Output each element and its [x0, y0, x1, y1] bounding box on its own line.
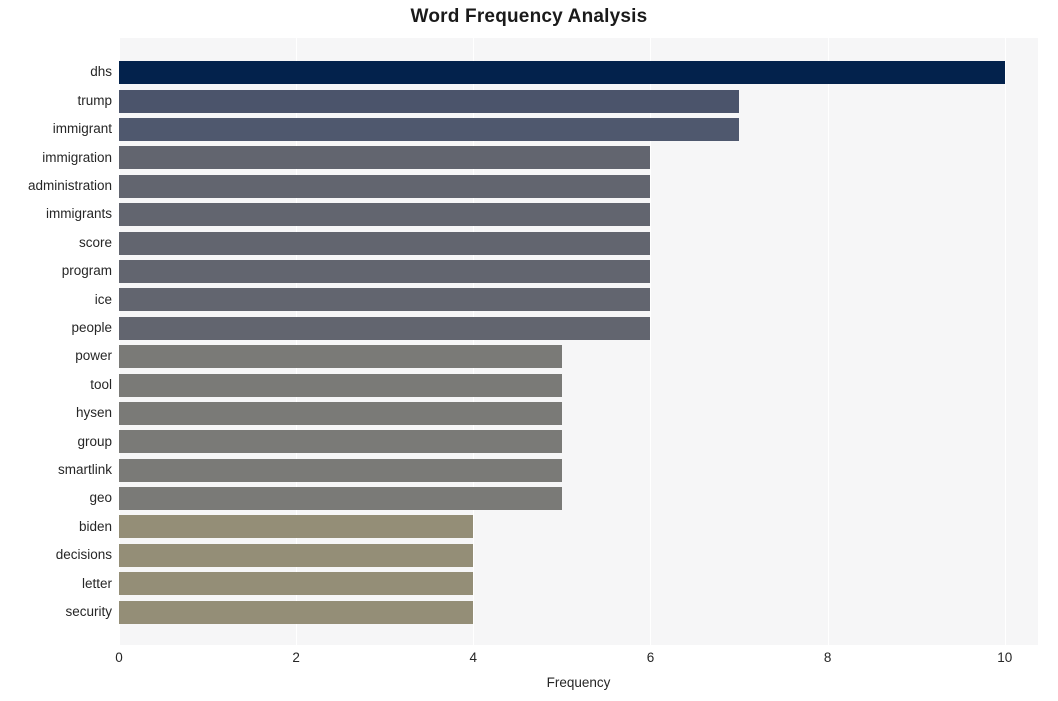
bar-program[interactable]	[119, 259, 651, 283]
y-tick-label-hysen: hysen	[75, 405, 112, 421]
x-axis-title: Frequency	[546, 675, 611, 690]
y-tick-label-administration: administration	[27, 178, 112, 194]
y-tick-label-immigrants: immigrants	[45, 206, 112, 222]
y-tick-label-group: group	[77, 433, 112, 449]
bar-score[interactable]	[119, 231, 651, 255]
bar-letter[interactable]	[119, 572, 474, 596]
y-tick-label-immigrant: immigrant	[52, 121, 112, 137]
y-tick-label-smartlink: smartlink	[57, 462, 112, 477]
bar-people[interactable]	[119, 316, 651, 340]
x-tick-label-2: 2	[292, 650, 300, 665]
bar-immigrants[interactable]	[119, 203, 651, 227]
bar-dhs[interactable]	[119, 61, 1005, 85]
bar-security[interactable]	[119, 600, 474, 624]
y-axis-tick-labels: dhs trump immigrant immigration administrati…	[0, 38, 112, 645]
bar-administration[interactable]	[119, 174, 651, 198]
y-tick-label-security: security	[65, 604, 112, 619]
bars-layer	[119, 38, 1038, 645]
x-axis-tick-labels: 0 2 4 6 8 10	[0, 650, 1058, 672]
y-tick-label-tool: tool	[90, 376, 112, 392]
bar-immigration[interactable]	[119, 146, 651, 170]
word-frequency-chart: Word Frequency Analysis dhs trump immigran…	[0, 0, 1058, 701]
bar-power[interactable]	[119, 345, 562, 369]
y-tick-label-program: program	[61, 263, 112, 279]
x-tick-label-0: 0	[115, 650, 123, 665]
bar-geo[interactable]	[119, 487, 562, 511]
y-tick-label-letter: letter	[81, 575, 112, 591]
y-tick-label-people: people	[71, 320, 112, 336]
y-tick-label-ice: ice	[94, 291, 112, 307]
x-tick-label-4: 4	[469, 650, 478, 665]
y-tick-label-power: power	[75, 348, 112, 364]
bar-trump[interactable]	[119, 89, 740, 113]
y-tick-label-geo: geo	[89, 490, 112, 506]
bar-tool[interactable]	[119, 373, 562, 397]
x-tick-label-8: 8	[823, 650, 832, 665]
bar-decisions[interactable]	[119, 543, 474, 567]
bar-smartlink[interactable]	[119, 458, 562, 482]
y-tick-label-dhs: dhs	[90, 64, 112, 80]
y-tick-label-trump: trump	[77, 92, 112, 108]
bar-group[interactable]	[119, 430, 562, 454]
y-tick-label-immigration: immigration	[42, 149, 112, 165]
y-tick-label-score: score	[78, 234, 112, 250]
chart-title: Word Frequency Analysis	[410, 6, 648, 27]
bar-biden[interactable]	[119, 515, 474, 539]
x-tick-label-10: 10	[997, 650, 1013, 665]
plot-area	[119, 38, 1038, 645]
bar-immigrant[interactable]	[119, 117, 740, 141]
bar-hysen[interactable]	[119, 401, 562, 425]
x-tick-label-6: 6	[646, 650, 655, 665]
y-tick-label-biden: biden	[78, 518, 112, 534]
bar-ice[interactable]	[119, 288, 651, 312]
y-tick-label-decisions: decisions	[55, 547, 112, 563]
